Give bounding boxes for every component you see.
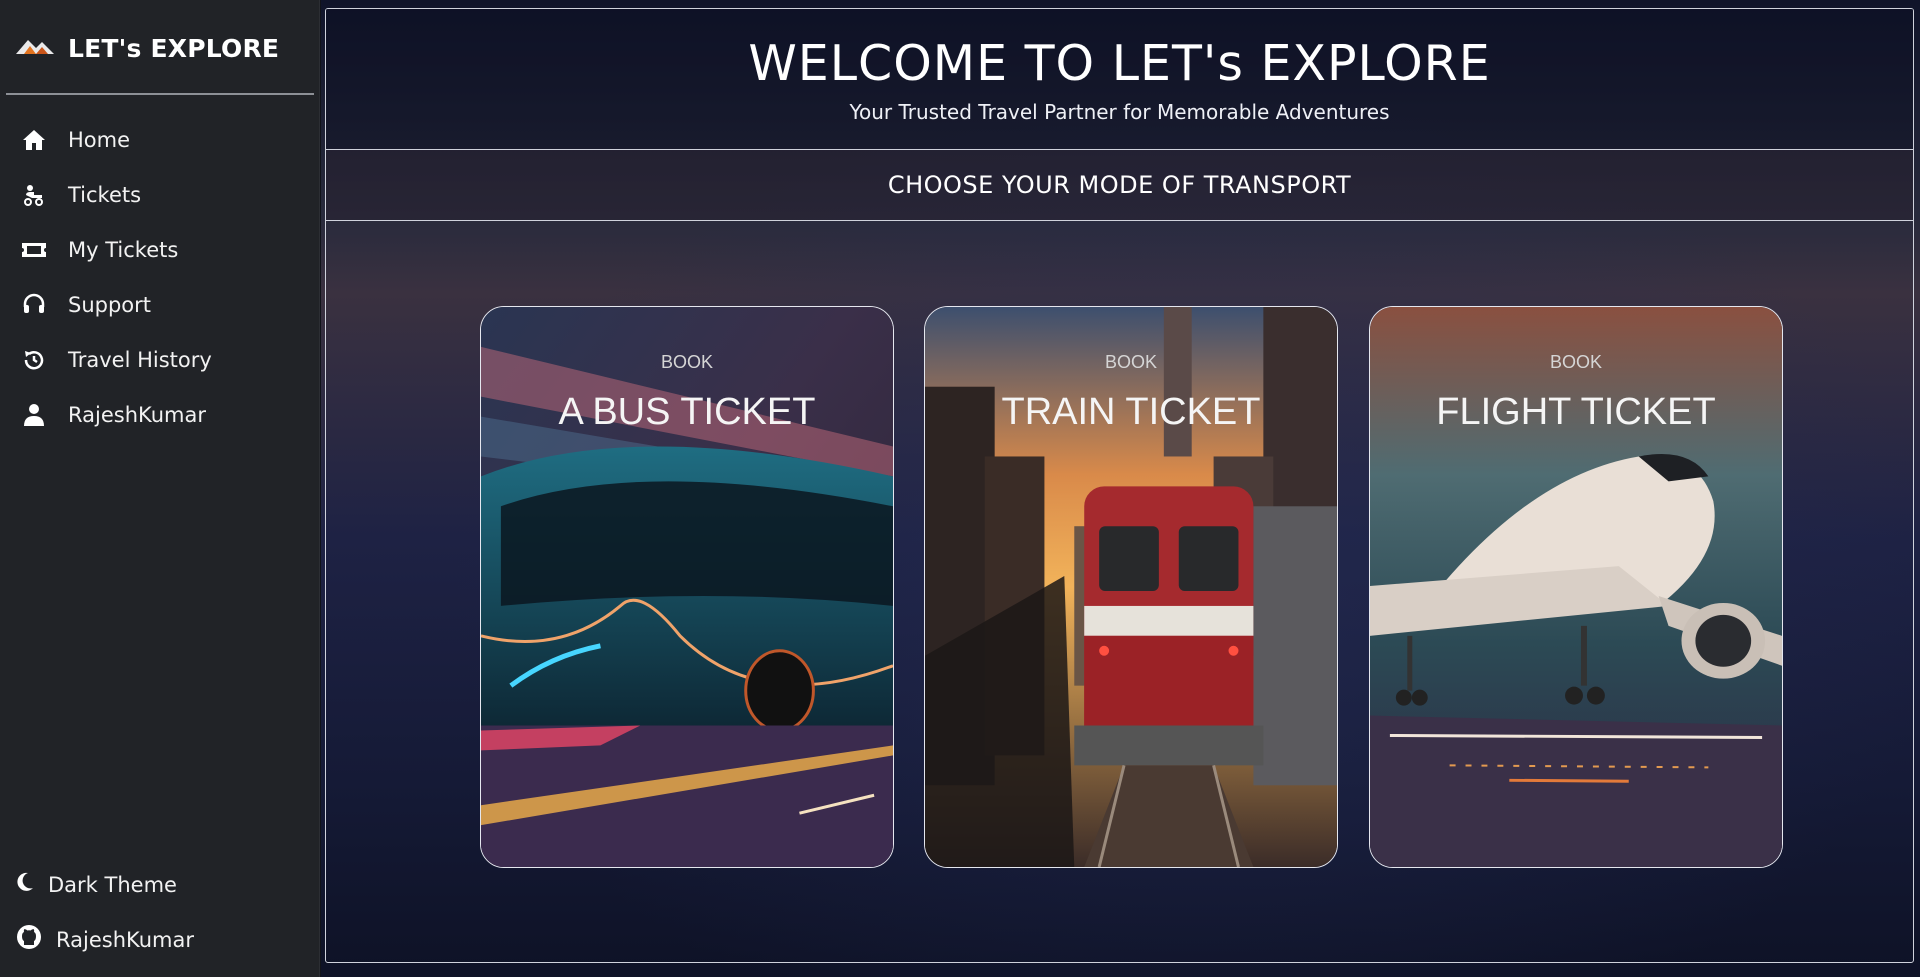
- bus-card-text: BOOK A BUS TICKET: [481, 307, 893, 434]
- sidebar-item-my-tickets[interactable]: My Tickets: [0, 222, 320, 277]
- train-card-title: TRAIN TICKET: [1001, 391, 1261, 433]
- transport-heading: CHOOSE YOUR MODE OF TRANSPORT: [326, 150, 1913, 221]
- sidebar-item-label: Tickets: [68, 182, 142, 207]
- github-link[interactable]: RajeshKumar: [0, 912, 320, 967]
- sidebar: LET's EXPLORE Home Tickets My Tickets Su…: [0, 0, 320, 977]
- sidebar-item-support[interactable]: Support: [0, 277, 320, 332]
- bus-ticket-card[interactable]: BOOK A BUS TICKET: [480, 306, 894, 868]
- mountain-logo-icon: [16, 36, 54, 60]
- train-card-kicker: BOOK: [1104, 352, 1157, 372]
- headset-icon: [20, 291, 48, 319]
- sidebar-item-label: Home: [68, 127, 131, 152]
- user-icon: [20, 401, 48, 429]
- tickets-icon: [20, 181, 48, 209]
- sidebar-item-label: RajeshKumar: [68, 402, 206, 427]
- flight-ticket-card[interactable]: BOOK FLIGHT TICKET: [1369, 306, 1783, 868]
- github-label: RajeshKumar: [56, 927, 194, 952]
- flight-card-text: BOOK FLIGHT TICKET: [1370, 307, 1782, 434]
- dark-theme-toggle[interactable]: Dark Theme: [0, 857, 320, 912]
- sidebar-item-home[interactable]: Home: [0, 112, 320, 167]
- main-content: WELCOME TO LET's EXPLORE Your Trusted Tr…: [321, 0, 1920, 977]
- github-icon: [16, 924, 42, 955]
- train-ticket-card[interactable]: BOOK TRAIN TICKET: [924, 306, 1338, 868]
- brand-divider: [6, 93, 314, 95]
- welcome-header: WELCOME TO LET's EXPLORE Your Trusted Tr…: [326, 9, 1913, 150]
- flight-card-title: FLIGHT TICKET: [1436, 391, 1716, 433]
- page-subtitle: Your Trusted Travel Partner for Memorabl…: [849, 100, 1390, 124]
- sidebar-item-tickets[interactable]: Tickets: [0, 167, 320, 222]
- sidebar-item-travel-history[interactable]: Travel History: [0, 332, 320, 387]
- bus-card-title: A BUS TICKET: [558, 391, 816, 433]
- home-icon: [20, 126, 48, 154]
- sidebar-item-label: My Tickets: [68, 237, 179, 262]
- history-icon: [20, 346, 48, 374]
- brand-title: LET's EXPLORE: [68, 33, 280, 63]
- ticket-icon: [20, 236, 48, 264]
- moon-icon: [16, 872, 34, 897]
- bus-card-kicker: BOOK: [660, 352, 713, 372]
- sidebar-nav: Home Tickets My Tickets Support Travel H…: [0, 112, 320, 442]
- sidebar-item-label: Travel History: [68, 347, 212, 372]
- page-title: WELCOME TO LET's EXPLORE: [748, 35, 1491, 92]
- sidebar-bottom: Dark Theme RajeshKumar: [0, 857, 320, 967]
- transport-heading-text: CHOOSE YOUR MODE OF TRANSPORT: [887, 171, 1352, 199]
- sidebar-item-label: Support: [68, 292, 152, 317]
- sidebar-item-profile[interactable]: RajeshKumar: [0, 387, 320, 442]
- dark-theme-label: Dark Theme: [48, 872, 177, 897]
- brand[interactable]: LET's EXPLORE: [16, 28, 279, 68]
- flight-card-kicker: BOOK: [1549, 352, 1602, 372]
- train-card-text: BOOK TRAIN TICKET: [925, 307, 1337, 434]
